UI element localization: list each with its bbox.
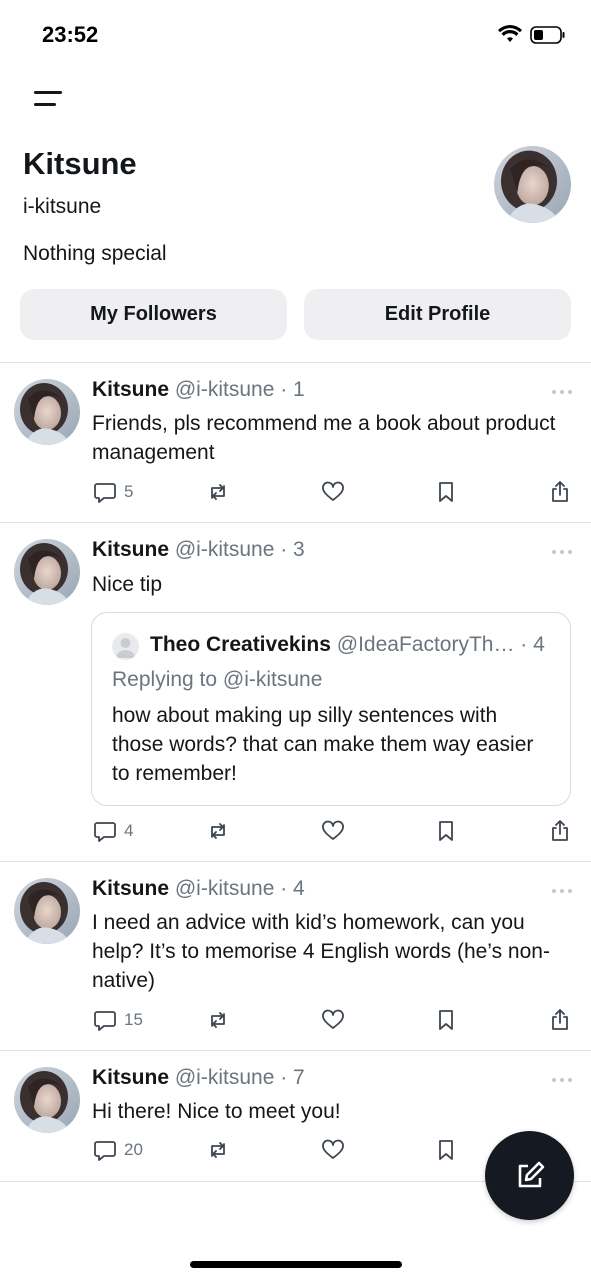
post-actions: 4 [92,818,574,844]
reply-icon [94,822,116,842]
reply-icon [94,1011,116,1031]
post-author-name[interactable]: Kitsune [92,877,169,900]
bookmark-icon [439,1010,453,1030]
edit-profile-button[interactable]: Edit Profile [304,289,571,340]
repost-icon [211,484,225,500]
status-bar: 23:52 [0,0,591,70]
quote-avatar[interactable] [112,633,139,660]
repost-icon [211,1142,225,1158]
avatar[interactable] [14,539,80,605]
more-icon[interactable] [551,549,573,555]
bookmark-button[interactable] [433,818,459,844]
quote-replying-to[interactable]: Replying to @i-kitsune [112,668,322,692]
reply-count: 15 [124,1010,143,1029]
like-button[interactable] [320,479,346,505]
post[interactable]: Kitsune @i-kitsune · 4 I need an advice … [0,861,591,1050]
profile-name: Kitsune [23,146,137,181]
quote-header: Theo Creativekins @IdeaFactoryTh… · 4 [150,633,545,657]
reply-count: 5 [124,482,134,501]
compose-button[interactable] [485,1131,574,1220]
quote-meta: @IdeaFactoryTh… · 4 [336,633,545,656]
quoted-post[interactable]: Theo Creativekins @IdeaFactoryTh… · 4 Re… [91,612,571,806]
reply-icon [94,483,116,503]
post-meta: @i-kitsune · 3 [174,538,305,561]
bookmark-icon [439,1140,453,1160]
compose-icon [518,1161,544,1187]
avatar[interactable] [14,379,80,445]
like-button[interactable] [320,1007,346,1033]
post-header: Kitsune @i-kitsune · 4 [92,877,305,901]
share-icon [552,481,568,502]
repost-button[interactable] [205,1137,231,1163]
more-icon[interactable] [551,1077,573,1083]
wifi-icon [498,25,522,42]
reply-button[interactable]: 20 [92,1137,143,1163]
post-actions: 5 [92,479,574,505]
menu-icon[interactable] [30,88,66,112]
share-icon [552,820,568,841]
home-indicator[interactable] [190,1261,402,1268]
bookmark-button[interactable] [433,1137,459,1163]
repost-button[interactable] [205,818,231,844]
repost-button[interactable] [205,1007,231,1033]
share-icon [552,1009,568,1030]
post-author-name[interactable]: Kitsune [92,1066,169,1089]
share-button[interactable] [547,818,573,844]
post-actions: 15 [92,1007,574,1033]
reply-button[interactable]: 5 [92,479,133,505]
bookmark-button[interactable] [433,479,459,505]
post-text: Hi there! Nice to meet you! [92,1100,341,1123]
reply-count: 20 [124,1140,143,1159]
repost-icon [211,1012,225,1028]
reply-icon [94,1141,116,1161]
heart-icon [322,481,344,501]
bookmark-icon [439,821,453,841]
reply-count: 4 [124,821,134,840]
post-author-name[interactable]: Kitsune [92,378,169,401]
more-icon[interactable] [551,389,573,395]
profile-avatar[interactable] [494,146,571,223]
like-button[interactable] [320,1137,346,1163]
post-text: Friends, pls recommend me a book about p… [92,412,556,464]
quote-text: how about making up silly sentences with… [112,704,534,785]
bookmark-icon [439,482,453,502]
bookmark-button[interactable] [433,1007,459,1033]
battery-icon [530,26,565,44]
heart-icon [322,1009,344,1029]
post-header: Kitsune @i-kitsune · 3 [92,538,305,562]
status-time: 23:52 [42,22,99,47]
reply-button[interactable]: 15 [92,1007,143,1033]
post-meta: @i-kitsune · 7 [174,1066,305,1089]
share-button[interactable] [547,1007,573,1033]
reply-button[interactable]: 4 [92,818,133,844]
post-meta: @i-kitsune · 4 [174,877,305,900]
my-followers-button[interactable]: My Followers [20,289,287,340]
heart-icon [322,1139,344,1159]
like-button[interactable] [320,818,346,844]
post-text: Nice tip [92,573,163,596]
profile-handle: i-kitsune [23,195,102,218]
post[interactable]: Kitsune @i-kitsune · 1 Friends, pls reco… [0,362,591,522]
avatar[interactable] [14,878,80,944]
post-meta: @i-kitsune · 1 [174,378,305,401]
post-text: I need an advice with kid’s homework, ca… [92,911,550,992]
profile-bio: Nothing special [23,242,167,265]
post-header: Kitsune @i-kitsune · 1 [92,378,305,402]
post-header: Kitsune @i-kitsune · 7 [92,1066,305,1090]
avatar[interactable] [14,1067,80,1133]
repost-button[interactable] [205,479,231,505]
post[interactable]: Kitsune @i-kitsune · 3 Nice tip Theo Cre… [0,522,591,861]
share-button[interactable] [547,479,573,505]
post-author-name[interactable]: Kitsune [92,538,169,561]
more-icon[interactable] [551,888,573,894]
heart-icon [322,820,344,840]
quote-author-name[interactable]: Theo Creativekins [150,633,331,656]
repost-icon [211,823,225,839]
